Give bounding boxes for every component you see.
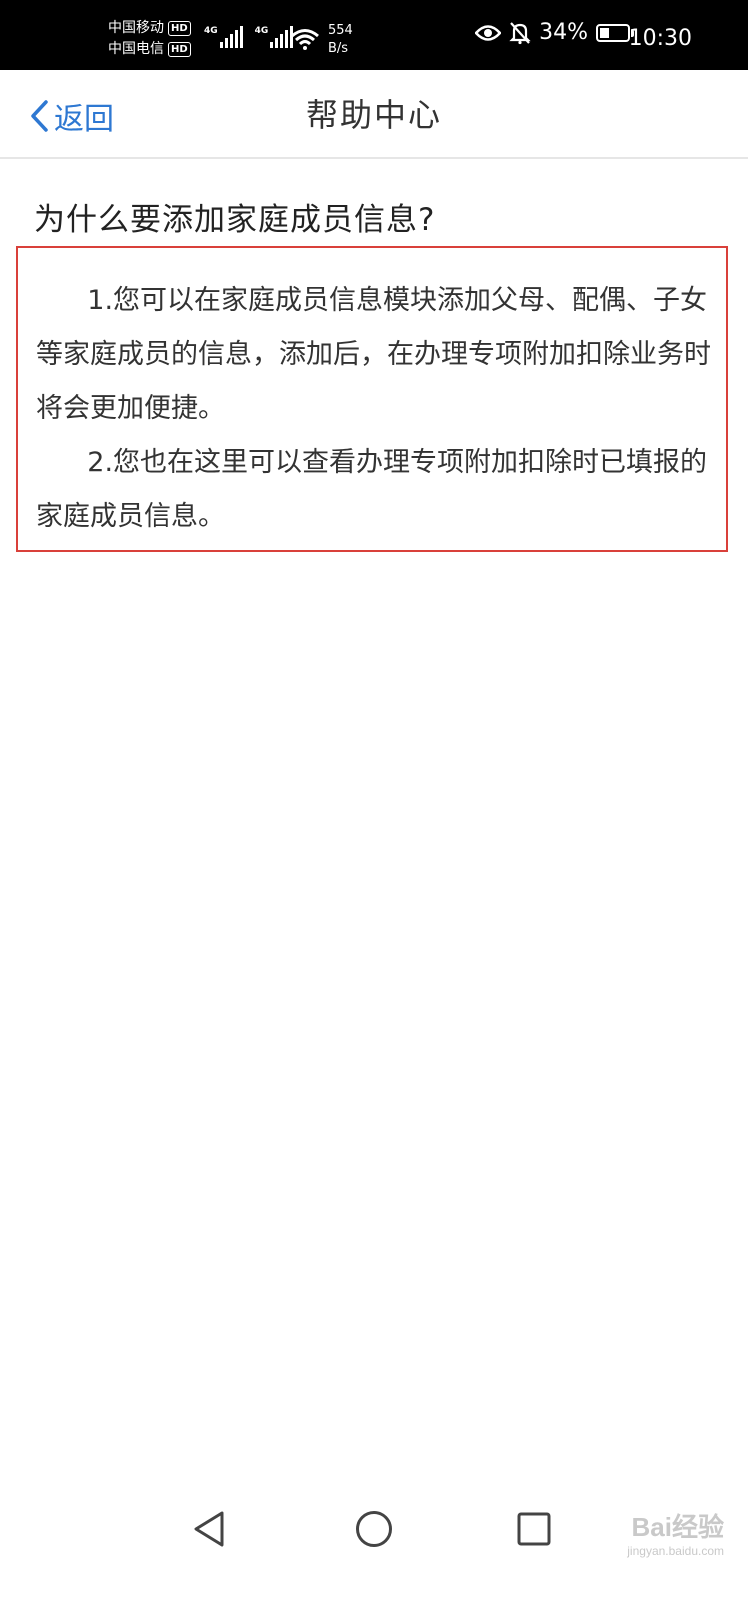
faq-answer-item: 1.您可以在家庭成员信息模块添加父母、配偶、子女等家庭成员的信息，添加后，在办理…	[36, 285, 711, 424]
carrier-2-label: 中国电信	[108, 41, 164, 57]
header-bar: 返回 帮助中心	[0, 70, 748, 159]
recents-square-icon[interactable]	[516, 1511, 552, 1547]
carrier-info: 中国移动 HD 中国电信 HD	[108, 18, 191, 60]
watermark-sub: jingyan.baidu.com	[627, 1544, 724, 1558]
watermark-main: Bai经验	[631, 1512, 724, 1542]
status-icons: 34%	[475, 20, 634, 45]
battery-percent: 34%	[539, 20, 588, 45]
wifi-icon	[291, 29, 319, 50]
faq-answer-text: 1.您可以在家庭成员信息模块添加父母、配偶、子女等家庭成员的信息，添加后，在办理…	[36, 274, 718, 544]
net-speed: 554 B/s	[328, 23, 353, 56]
faq-answer-box: 1.您可以在家庭成员信息模块添加父母、配偶、子女等家庭成员的信息，添加后，在办理…	[16, 246, 728, 552]
signal-indicators: 4G 4G	[204, 26, 294, 48]
hd-badge: HD	[168, 42, 191, 57]
battery-level	[600, 27, 609, 38]
clock: 10:30	[628, 26, 692, 51]
battery-icon	[596, 23, 634, 42]
signal-icon: 4G	[204, 26, 243, 48]
faq-answer-item: 2.您也在这里可以查看办理专项附加扣除时已填报的家庭成员信息。	[36, 447, 708, 532]
hd-badge: HD	[168, 21, 191, 36]
status-bar: 中国移动 HD 中国电信 HD 4G 4G 554 B/s 34% 10:30	[0, 0, 748, 70]
page-title: 帮助中心	[305, 96, 442, 134]
watermark: Bai经验 jingyan.baidu.com	[627, 1507, 724, 1558]
carrier-1-label: 中国移动	[108, 20, 164, 36]
home-circle-icon[interactable]	[354, 1509, 394, 1549]
eye-icon	[475, 24, 502, 41]
back-triangle-icon[interactable]	[192, 1509, 226, 1549]
faq-question: 为什么要添加家庭成员信息?	[34, 202, 436, 238]
signal-icon: 4G	[255, 26, 294, 48]
bell-off-icon	[509, 21, 531, 44]
